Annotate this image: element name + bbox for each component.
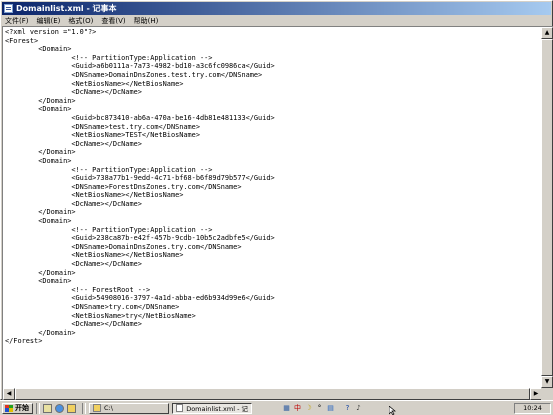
text-line: <DcName></DcName> [5, 139, 142, 148]
text-line: <Guid>54908016-3797-4a1d-abba-ed6b934d99… [5, 294, 275, 303]
menu-bar: 文件(F) 编辑(E) 格式(O) 查看(V) 帮助(H) [2, 15, 551, 26]
mouse-pointer-icon [389, 406, 396, 415]
text-line: <Guid>a6b0111a-7a73-4982-bd10-a3c6fc0986… [5, 62, 275, 71]
task-button-explorer[interactable]: C:\ [89, 402, 169, 414]
system-tray-clock[interactable]: 10:24 [514, 402, 551, 414]
text-line: <NetBiosName></NetBiosName> [5, 191, 184, 200]
text-line: <DcName></DcName> [5, 199, 142, 208]
text-line: <Guid>238ca87b-e42f-457b-9cdb-10b5c2adbf… [5, 234, 275, 243]
text-line: <Guid>738a77b1-9edd-4c71-bf68-b6f89d79b5… [5, 174, 275, 183]
horizontal-scrollbar[interactable]: ◀ ▶ [3, 388, 542, 400]
text-line: <DNSname>DomainDnsZones.test.try.com</DN… [5, 70, 263, 79]
text-line: <DcName></DcName> [5, 320, 142, 329]
vertical-scroll-thumb[interactable] [541, 39, 553, 376]
text-line: <?xml version ="1.0"?> [5, 28, 97, 36]
title-bar[interactable]: Domainlist.xml - 记事本 [2, 2, 551, 15]
text-line: </Domain> [5, 268, 76, 277]
vertical-scrollbar[interactable]: ▲ ▼ [541, 27, 553, 388]
half-width-icon[interactable]: ☽ [304, 403, 313, 412]
menu-file[interactable]: 文件(F) [2, 16, 34, 26]
text-line: <!-- PartitionType:Application --> [5, 165, 213, 174]
folder-icon [93, 404, 101, 412]
text-line: <NetBiosName></NetBiosName> [5, 251, 184, 260]
text-line: <DcName></DcName> [5, 88, 142, 97]
text-line: <!-- PartitionType:Application --> [5, 225, 213, 234]
scroll-left-button[interactable]: ◀ [3, 388, 15, 400]
show-desktop-icon[interactable] [43, 403, 52, 413]
clock: 10:24 [523, 404, 542, 412]
text-line: <Domain> [5, 105, 72, 114]
text-line: </Domain> [5, 328, 76, 337]
ime-chinese-icon[interactable]: 中 [293, 403, 302, 412]
volume-icon[interactable]: ♪ [354, 403, 363, 412]
menu-format[interactable]: 格式(O) [65, 16, 98, 26]
start-label: 开始 [15, 404, 29, 412]
text-line: </Domain> [5, 148, 76, 157]
text-line: <Forest> [5, 36, 39, 45]
menu-view[interactable]: 查看(V) [98, 16, 130, 26]
punctuation-icon[interactable]: ° [315, 403, 324, 412]
task-label: Domainlist.xml - 记 [186, 405, 248, 413]
task-button-notepad[interactable]: Domainlist.xml - 记 [172, 402, 252, 414]
text-line: <DNSname>try.com</DNSname> [5, 303, 180, 311]
help-icon[interactable]: ? [343, 403, 352, 412]
scroll-up-button[interactable]: ▲ [541, 27, 553, 39]
text-line: <!-- PartitionType:Application --> [5, 53, 213, 62]
horizontal-scroll-thumb[interactable] [15, 388, 530, 400]
text-line: </Domain> [5, 208, 76, 217]
menu-help[interactable]: 帮助(H) [131, 16, 164, 26]
text-line: <NetBiosName>try</NetBiosName> [5, 311, 196, 320]
menu-edit[interactable]: 编辑(E) [34, 16, 66, 26]
text-line: <Domain> [5, 217, 72, 226]
text-line: <DNSname>test.try.com</DNSname> [5, 122, 200, 131]
text-line: <Domain> [5, 45, 72, 54]
text-line: </Domain> [5, 96, 76, 105]
task-label: C:\ [104, 404, 113, 412]
soft-keyboard-icon[interactable]: ▤ [326, 403, 335, 412]
window-title: Domainlist.xml - 记事本 [16, 4, 117, 13]
notepad-window: Domainlist.xml - 记事本 文件(F) 编辑(E) 格式(O) 查… [0, 0, 553, 400]
text-line: <DNSname>DomainDnsZones.try.com</DNSname… [5, 242, 242, 251]
text-line: </Forest> [5, 337, 43, 346]
text-line: <Guid>bc873410-ab6a-470a-be16-4db81e4811… [5, 113, 275, 122]
taskbar-separator [36, 402, 40, 414]
notepad-icon [176, 404, 184, 412]
start-button[interactable]: 开始 [2, 402, 33, 414]
text-editor[interactable]: <?xml version ="1.0"?> <Forest> <Domain> … [3, 27, 542, 387]
text-line: <NetBiosName>TEST</NetBiosName> [5, 131, 200, 140]
text-line: <DNSname>ForestDnsZones.try.com</DNSname… [5, 182, 242, 191]
editor-pane: <?xml version ="1.0"?> <Forest> <Domain> … [2, 26, 553, 400]
keyboard-icon[interactable]: ▦ [282, 403, 291, 412]
scroll-down-button[interactable]: ▼ [541, 376, 553, 388]
text-line: <Domain> [5, 277, 72, 286]
taskbar: 开始 C:\ Domainlist.xml - 记 ▦ 中 ☽ ° ▤ ? ♪ … [0, 400, 553, 415]
windows-logo-icon [5, 404, 13, 412]
notepad-icon [4, 4, 13, 13]
language-bar: ▦ 中 ☽ ° ▤ ? ♪ [282, 402, 365, 413]
text-line: <DcName></DcName> [5, 260, 142, 269]
text-line: <NetBiosName></NetBiosName> [5, 79, 184, 88]
text-line: <Domain> [5, 156, 72, 165]
explorer-icon[interactable] [67, 403, 76, 413]
taskbar-separator [82, 402, 86, 414]
text-line: <!-- ForestRoot --> [5, 285, 151, 294]
size-grip[interactable] [541, 388, 553, 400]
internet-explorer-icon[interactable] [55, 403, 64, 413]
